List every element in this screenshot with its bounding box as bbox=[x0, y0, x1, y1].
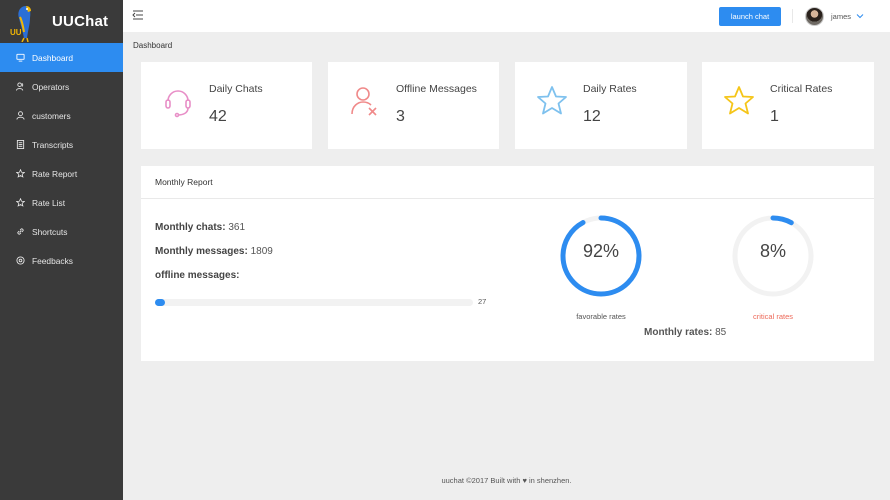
ring-caption: favorable rates bbox=[576, 312, 626, 321]
critical-rate-ring: 8% bbox=[731, 214, 815, 298]
menu-toggle-icon[interactable] bbox=[131, 8, 145, 22]
sidebar: UU UUChat Dashboard Operators customers Tra… bbox=[0, 0, 123, 500]
headset-icon bbox=[161, 84, 195, 118]
sidebar-item-label: Operators bbox=[32, 81, 70, 92]
sidebar-item-label: Feedbacks bbox=[32, 255, 73, 266]
footer: uuchat ©2017 Built with ♥ in shenzhen. bbox=[441, 476, 572, 485]
breadcrumb: Dashboard bbox=[133, 41, 173, 50]
sidebar-item-transcripts[interactable]: Transcripts bbox=[0, 130, 123, 159]
stat-value: 1809 bbox=[250, 246, 273, 257]
card-label: Daily Chats bbox=[209, 83, 263, 95]
sidebar-nav: Dashboard Operators customers Transcripts Ra… bbox=[0, 43, 123, 275]
stat-label: Monthly chats: bbox=[155, 222, 226, 233]
user-menu[interactable]: james bbox=[805, 6, 864, 26]
monthly-chats-stat: Monthly chats: 361 bbox=[155, 222, 245, 233]
stat-value: 361 bbox=[228, 222, 246, 233]
star-icon bbox=[535, 84, 569, 118]
header-divider bbox=[792, 9, 793, 23]
card-label: Offline Messages bbox=[396, 83, 477, 95]
panel-title: Monthly Report bbox=[141, 166, 874, 199]
sidebar-item-label: Transcripts bbox=[32, 139, 74, 150]
parrot-logo-icon: UU bbox=[8, 2, 44, 42]
sidebar-item-label: customers bbox=[32, 110, 71, 121]
ring-percent: 8% bbox=[759, 241, 786, 261]
sidebar-item-rate-report[interactable]: Rate Report bbox=[0, 159, 123, 188]
sidebar-item-label: Rate Report bbox=[32, 168, 78, 179]
app-name: UUChat bbox=[52, 13, 109, 30]
card-offline-messages: Offline Messages 3 bbox=[328, 62, 499, 149]
sidebar-item-label: Shortcuts bbox=[32, 226, 68, 237]
card-daily-chats: Daily Chats 42 bbox=[141, 62, 312, 149]
card-value: 1 bbox=[770, 108, 779, 125]
card-label: Daily Rates bbox=[583, 83, 637, 95]
person-icon bbox=[16, 111, 25, 120]
stat-label: Monthly messages: bbox=[155, 246, 248, 257]
feedback-icon bbox=[16, 256, 25, 265]
sidebar-item-shortcuts[interactable]: Shortcuts bbox=[0, 217, 123, 246]
logo-text: UU bbox=[10, 27, 22, 37]
sidebar-item-feedbacks[interactable]: Feedbacks bbox=[0, 246, 123, 275]
card-value: 42 bbox=[209, 108, 227, 125]
users-icon bbox=[16, 82, 25, 91]
sidebar-item-label: Dashboard bbox=[32, 52, 73, 63]
progress-value: 27 bbox=[478, 297, 487, 306]
stat-label: offline messages: bbox=[155, 270, 240, 281]
card-value: 12 bbox=[583, 108, 601, 125]
top-header: launch chat james bbox=[123, 0, 890, 32]
ring-percent: 92% bbox=[582, 241, 620, 261]
user-name: james bbox=[831, 11, 852, 21]
avatar[interactable] bbox=[805, 6, 824, 26]
sidebar-item-rate-list[interactable]: Rate List bbox=[0, 188, 123, 217]
card-label: Critical Rates bbox=[770, 83, 833, 95]
offline-messages-stat: offline messages: bbox=[155, 270, 239, 281]
stat-value: 85 bbox=[715, 327, 727, 338]
sidebar-item-customers[interactable]: customers bbox=[0, 101, 123, 130]
monthly-report-panel: Monthly Report Monthly chats: 361 Monthl… bbox=[141, 166, 874, 361]
sidebar-item-operators[interactable]: Operators bbox=[0, 72, 123, 101]
sidebar-item-label: Rate List bbox=[32, 197, 66, 208]
sidebar-item-dashboard[interactable]: Dashboard bbox=[0, 43, 123, 72]
brand[interactable]: UU UUChat bbox=[0, 0, 123, 43]
ring-caption: critical rates bbox=[752, 312, 793, 321]
stat-label: Monthly rates: bbox=[644, 327, 713, 338]
star-outline-icon bbox=[16, 198, 25, 207]
monitor-icon bbox=[16, 53, 25, 62]
monthly-messages-stat: Monthly messages: 1809 bbox=[155, 246, 273, 257]
document-icon bbox=[16, 140, 25, 149]
monthly-rates-stat: Monthly rates: 85 bbox=[644, 327, 726, 338]
launch-chat-button[interactable]: launch chat bbox=[719, 7, 781, 26]
card-daily-rates: Daily Rates 12 bbox=[515, 62, 687, 149]
card-value: 3 bbox=[396, 108, 405, 125]
user-offline-icon bbox=[348, 84, 382, 118]
favorable-rate-ring: 92% bbox=[559, 214, 643, 298]
star-icon bbox=[722, 84, 756, 118]
link-icon bbox=[16, 227, 25, 236]
card-critical-rates: Critical Rates 1 bbox=[702, 62, 874, 149]
chevron-down-icon bbox=[856, 14, 864, 19]
offline-progress-bar bbox=[155, 299, 473, 306]
star-icon bbox=[16, 169, 25, 178]
progress-fill bbox=[155, 299, 165, 306]
